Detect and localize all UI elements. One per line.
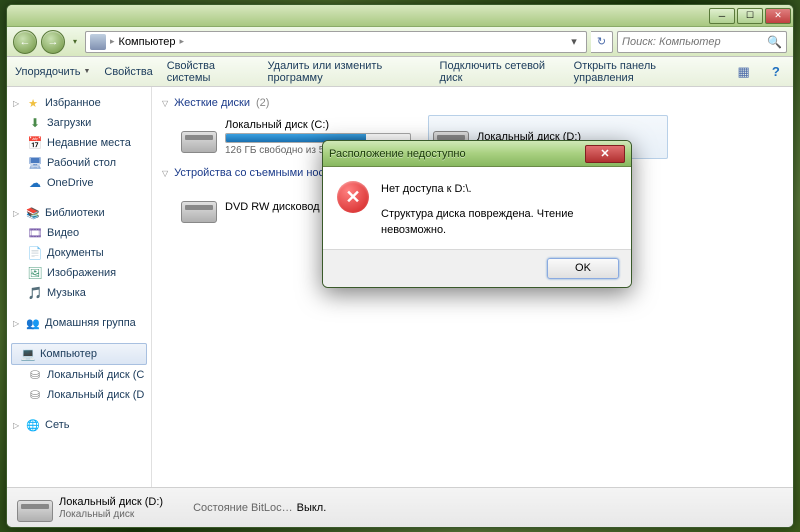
img-icon: 🖼	[27, 265, 43, 281]
drive-label: Локальный диск (C:)	[225, 119, 411, 131]
sidebar-item-label: Недавние места	[47, 137, 131, 149]
navigation-pane: ▷ ★ Избранное⬇ Загрузки 📅 Недавние места 🖥 Рабо…	[7, 87, 152, 487]
star-icon: ★	[25, 95, 41, 111]
maximize-button[interactable]: ☐	[737, 8, 763, 24]
address-bar[interactable]: ▸ Компьютер ▸ ▾	[85, 31, 587, 53]
sidebar-item[interactable]: ☁ OneDrive	[7, 173, 151, 193]
music-icon: 🎵	[27, 285, 43, 301]
doc-icon: 📄	[27, 245, 43, 261]
chevron-icon: ▷	[13, 421, 21, 430]
refresh-button[interactable]: ↻	[591, 31, 613, 53]
sidebar-item-label: Видео	[47, 227, 79, 239]
dialog-message-line1: Нет доступа к D:\.	[381, 181, 617, 198]
sidebar-group-label: Компьютер	[40, 348, 97, 360]
sidebar-item[interactable]: 🎵 Музыка	[7, 283, 151, 303]
help-button[interactable]: ?	[767, 62, 785, 82]
sidebar-group-библиотеки[interactable]: ▷ 📚 Библиотеки	[7, 203, 151, 223]
sidebar-item-label: Рабочий стол	[47, 157, 116, 169]
chevron-icon: ▷	[13, 209, 21, 218]
chevron-down-icon: ▽	[162, 169, 168, 178]
bitlocker-value: Выкл.	[297, 502, 327, 514]
search-box[interactable]: 🔍	[617, 31, 787, 53]
sidebar-item-label: Локальный диск (D	[47, 389, 144, 401]
breadcrumb-location[interactable]: Компьютер	[119, 36, 176, 48]
sidebar-group-label: Сеть	[45, 419, 69, 431]
status-drive-name: Локальный диск (D:)	[59, 496, 163, 508]
history-dropdown[interactable]: ▾	[69, 37, 81, 46]
hdd-icon	[17, 494, 49, 522]
uninstall-program-button[interactable]: Удалить или изменить программу	[268, 60, 426, 84]
sidebar-group-избранное[interactable]: ▷ ★ Избранное	[7, 93, 151, 113]
dvd-drive-icon	[181, 191, 217, 223]
breadcrumb-sep-icon[interactable]: ▸	[179, 36, 184, 47]
sidebar-item-label: Документы	[47, 247, 104, 259]
back-button[interactable]: ←	[13, 30, 37, 54]
minimize-button[interactable]: ─	[709, 8, 735, 24]
computer-icon	[90, 34, 106, 50]
forward-button[interactable]: →	[41, 30, 65, 54]
chevron-icon: ▷	[13, 319, 21, 328]
sidebar-item-label: Музыка	[47, 287, 86, 299]
home-icon: 👥	[25, 315, 41, 331]
lib-icon: 📚	[25, 205, 41, 221]
dialog-title: Расположение недоступно	[329, 148, 585, 160]
error-dialog: Расположение недоступно ✕ ✕ Нет доступа …	[322, 140, 632, 288]
window-close-button[interactable]: ✕	[765, 8, 791, 24]
sidebar-group-label: Библиотеки	[45, 207, 105, 219]
section-hard-drives[interactable]: ▽ Жесткие диски (2)	[162, 97, 783, 109]
search-icon[interactable]: 🔍	[767, 35, 782, 49]
sidebar-item[interactable]: ⛁ Локальный диск (D	[7, 385, 151, 405]
net-icon: 🌐	[25, 417, 41, 433]
control-panel-button[interactable]: Открыть панель управления	[574, 60, 707, 84]
desktop-icon: 🖥	[27, 155, 43, 171]
hdd-icon	[181, 121, 217, 153]
system-properties-button[interactable]: Свойства системы	[167, 60, 254, 84]
titlebar: ─ ☐ ✕	[7, 5, 793, 27]
ok-button[interactable]: OK	[547, 258, 619, 279]
address-dropdown[interactable]: ▾	[566, 35, 582, 48]
recent-icon: 📅	[27, 135, 43, 151]
chevron-icon: ▷	[13, 99, 21, 108]
nav-bar: ← → ▾ ▸ Компьютер ▸ ▾ ↻ 🔍	[7, 27, 793, 57]
bitlocker-label: Состояние BitLoc…	[193, 502, 293, 514]
hdd-icon: ⛁	[27, 387, 43, 403]
map-network-drive-button[interactable]: Подключить сетевой диск	[440, 60, 560, 84]
sidebar-group-компьютер[interactable]: 💻 Компьютер	[11, 343, 147, 365]
section-count: (2)	[256, 97, 269, 109]
dl-icon: ⬇	[27, 115, 43, 131]
sidebar-group-домашняя группа[interactable]: ▷ 👥 Домашняя группа	[7, 313, 151, 333]
organize-menu[interactable]: Упорядочить▼	[15, 66, 90, 78]
sidebar-group-label: Избранное	[45, 97, 101, 109]
dialog-close-button[interactable]: ✕	[585, 145, 625, 163]
status-drive-type: Локальный диск	[59, 509, 163, 520]
comp-icon: 💻	[20, 346, 36, 362]
hdd-icon: ⛁	[27, 367, 43, 383]
sidebar-item[interactable]: ⛁ Локальный диск (C	[7, 365, 151, 385]
chevron-down-icon: ▽	[162, 99, 168, 108]
sidebar-item[interactable]: ⬇ Загрузки	[7, 113, 151, 133]
sidebar-item-label: Загрузки	[47, 117, 91, 129]
sidebar-item-label: Локальный диск (C	[47, 369, 144, 381]
properties-button[interactable]: Свойства	[104, 66, 152, 78]
sidebar-group-label: Домашняя группа	[45, 317, 136, 329]
details-pane: Локальный диск (D:) Локальный диск Состо…	[7, 487, 793, 527]
sidebar-item[interactable]: 🖥 Рабочий стол	[7, 153, 151, 173]
sidebar-group-сеть[interactable]: ▷ 🌐 Сеть	[7, 415, 151, 435]
sidebar-item[interactable]: 🖼 Изображения	[7, 263, 151, 283]
command-bar: Упорядочить▼ Свойства Свойства системы У…	[7, 57, 793, 87]
sidebar-item[interactable]: 🎞 Видео	[7, 223, 151, 243]
sidebar-item[interactable]: 📅 Недавние места	[7, 133, 151, 153]
sidebar-item-label: OneDrive	[47, 177, 93, 189]
dialog-message-line2: Структура диска повреждена. Чтение невоз…	[381, 206, 617, 239]
section-title: Жесткие диски	[174, 97, 250, 109]
dialog-titlebar[interactable]: Расположение недоступно ✕	[323, 141, 631, 167]
breadcrumb-sep-icon: ▸	[110, 36, 115, 47]
search-input[interactable]	[622, 36, 767, 48]
sidebar-item-label: Изображения	[47, 267, 116, 279]
sidebar-item[interactable]: 📄 Документы	[7, 243, 151, 263]
view-options-button[interactable]: ▦	[734, 62, 752, 82]
video-icon: 🎞	[27, 225, 43, 241]
onedrive-icon: ☁	[27, 175, 43, 191]
error-icon: ✕	[337, 181, 369, 213]
